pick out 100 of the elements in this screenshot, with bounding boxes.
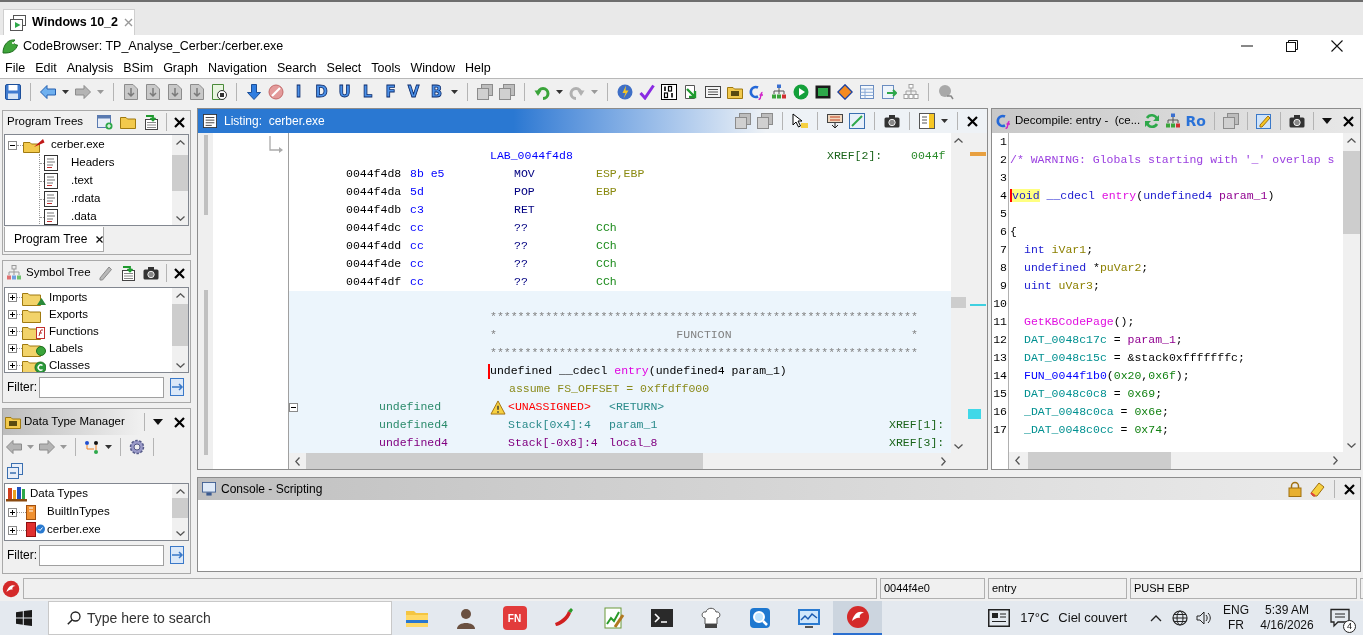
tree-item[interactable]: Imports <box>49 288 88 307</box>
tree-item[interactable]: cerber.exe <box>51 136 105 154</box>
pen-icon[interactable] <box>97 265 113 281</box>
console-output-field[interactable] <box>198 500 1360 571</box>
tree-diagram-icon[interactable] <box>903 83 919 100</box>
menu-item[interactable]: File <box>0 58 31 77</box>
tree-item[interactable]: .rdata <box>71 190 101 208</box>
tree-item[interactable]: Classes <box>49 356 90 372</box>
stacked-pages-icon[interactable] <box>499 83 515 100</box>
pencil-icon[interactable] <box>1256 113 1272 129</box>
tree-item[interactable]: Headers <box>71 154 115 172</box>
collapse-all-icon[interactable] <box>7 462 23 479</box>
scrollbar-thumb[interactable] <box>172 304 188 346</box>
input-language[interactable]: ENG <box>1223 603 1249 618</box>
menu-item[interactable]: BSim <box>118 58 159 77</box>
tree-item[interactable]: BuiltInTypes <box>47 503 110 521</box>
window-plus-icon[interactable] <box>97 114 113 130</box>
menu-item[interactable]: Search <box>271 58 322 77</box>
chevron-left-icon[interactable] <box>294 456 300 466</box>
variable-name[interactable]: param_1 <box>609 418 658 432</box>
expand-icon[interactable] <box>8 507 17 517</box>
nodes-icon[interactable] <box>84 439 100 455</box>
table-icon[interactable] <box>859 83 875 100</box>
xref-address[interactable]: 0044f <box>911 147 946 165</box>
copy-icon[interactable] <box>757 113 773 129</box>
scrollbar-thumb[interactable] <box>306 453 703 469</box>
collapse-icon[interactable] <box>289 402 298 412</box>
toolbar-button[interactable]: F <box>382 82 399 101</box>
table-arrow-icon[interactable] <box>827 113 843 129</box>
vertical-scrollbar[interactable] <box>172 135 188 225</box>
tree-item[interactable]: .text <box>71 172 93 190</box>
menu-item[interactable]: Analysis <box>61 58 119 77</box>
variable-name[interactable]: local_8 <box>609 436 658 450</box>
search-field[interactable]: Type here to search <box>48 601 392 635</box>
windows-logo-icon[interactable] <box>16 610 32 626</box>
chevron-up-icon[interactable] <box>175 139 185 145</box>
eraser-icon[interactable] <box>1309 481 1325 497</box>
globe-icon[interactable] <box>1172 610 1188 626</box>
screens-play-icon[interactable] <box>10 14 26 31</box>
function-signature[interactable]: undefined __cdecl entry(undefined4 param_1) <box>490 362 787 380</box>
left-arrow-icon[interactable] <box>40 83 56 100</box>
collapse-icon[interactable] <box>8 140 17 150</box>
scrollbar-thumb[interactable] <box>1343 151 1360 234</box>
globe-lightning-icon[interactable] <box>617 83 633 100</box>
close-icon[interactable] <box>967 115 978 127</box>
no-entry-icon[interactable] <box>268 83 284 100</box>
chevron-right-icon[interactable] <box>1332 456 1338 465</box>
notification-icon[interactable] <box>1330 608 1350 628</box>
caret-icon[interactable] <box>62 89 69 94</box>
list-window-icon[interactable] <box>705 83 721 100</box>
camera-icon[interactable] <box>143 265 159 281</box>
clock-time[interactable]: 5:39 AM <box>1265 603 1309 618</box>
tree-item[interactable]: Data Types <box>30 485 88 503</box>
dropdown-icon[interactable] <box>1322 118 1332 124</box>
code-label[interactable]: LAB_0044f4d8 <box>490 149 573 163</box>
vertical-scrollbar[interactable] <box>172 484 188 540</box>
tree-item[interactable]: Functions <box>49 322 99 341</box>
chevron-up-icon[interactable] <box>1347 137 1356 143</box>
menu-item[interactable]: Tools <box>366 58 406 77</box>
keyboard-layout[interactable]: FR <box>1228 618 1244 633</box>
caret-icon[interactable] <box>451 89 458 94</box>
close-icon[interactable] <box>1344 483 1355 495</box>
down-arrow-icon[interactable] <box>246 83 262 100</box>
browser-tab[interactable]: Windows 10_2 <box>3 9 135 35</box>
chevron-right-icon[interactable] <box>940 456 946 466</box>
document-arrow-icon[interactable] <box>683 83 699 100</box>
chip-icon[interactable] <box>815 83 831 100</box>
vertical-scrollbar[interactable] <box>172 288 188 372</box>
expand-icon[interactable] <box>8 525 17 535</box>
chevron-down-icon[interactable] <box>175 215 185 221</box>
chevron-left-icon[interactable] <box>1014 456 1020 465</box>
camera-icon[interactable] <box>884 113 900 129</box>
panel-tab[interactable]: Program Tree <box>4 227 104 252</box>
document-arrow-icon[interactable] <box>143 114 159 130</box>
overview-marker[interactable] <box>970 152 986 156</box>
cf-icon[interactable] <box>749 83 765 100</box>
play-icon[interactable] <box>793 83 809 100</box>
menu-item[interactable]: Help <box>459 58 496 77</box>
restore-icon[interactable] <box>1286 40 1298 52</box>
scrollbar-thumb[interactable] <box>1028 452 1171 469</box>
notification-count[interactable]: 4 <box>1343 620 1356 633</box>
caret-icon[interactable] <box>556 89 563 94</box>
tree-item[interactable]: Labels <box>49 339 83 358</box>
right-arrow-icon[interactable] <box>39 439 55 455</box>
dropdown-icon[interactable] <box>153 419 163 425</box>
tree-item[interactable]: Exports <box>49 305 88 324</box>
chevron-up-icon[interactable] <box>175 488 185 494</box>
folder-icon[interactable] <box>120 114 136 130</box>
filter-button-icon[interactable] <box>169 378 185 396</box>
tree-item[interactable]: cerber.exe <box>47 521 101 539</box>
taskbar-app[interactable]: FN <box>490 601 539 635</box>
close-icon[interactable] <box>174 416 185 428</box>
overview-marker[interactable] <box>968 409 981 419</box>
toolbar-button[interactable]: L <box>359 82 376 101</box>
close-icon[interactable] <box>1331 40 1343 52</box>
left-arrow-icon[interactable] <box>6 439 22 455</box>
filter-button-icon[interactable] <box>169 546 185 564</box>
menu-item[interactable]: Window <box>405 58 460 77</box>
gear-icon[interactable] <box>129 439 145 455</box>
weather-temperature[interactable]: 17°C <box>1020 608 1050 628</box>
